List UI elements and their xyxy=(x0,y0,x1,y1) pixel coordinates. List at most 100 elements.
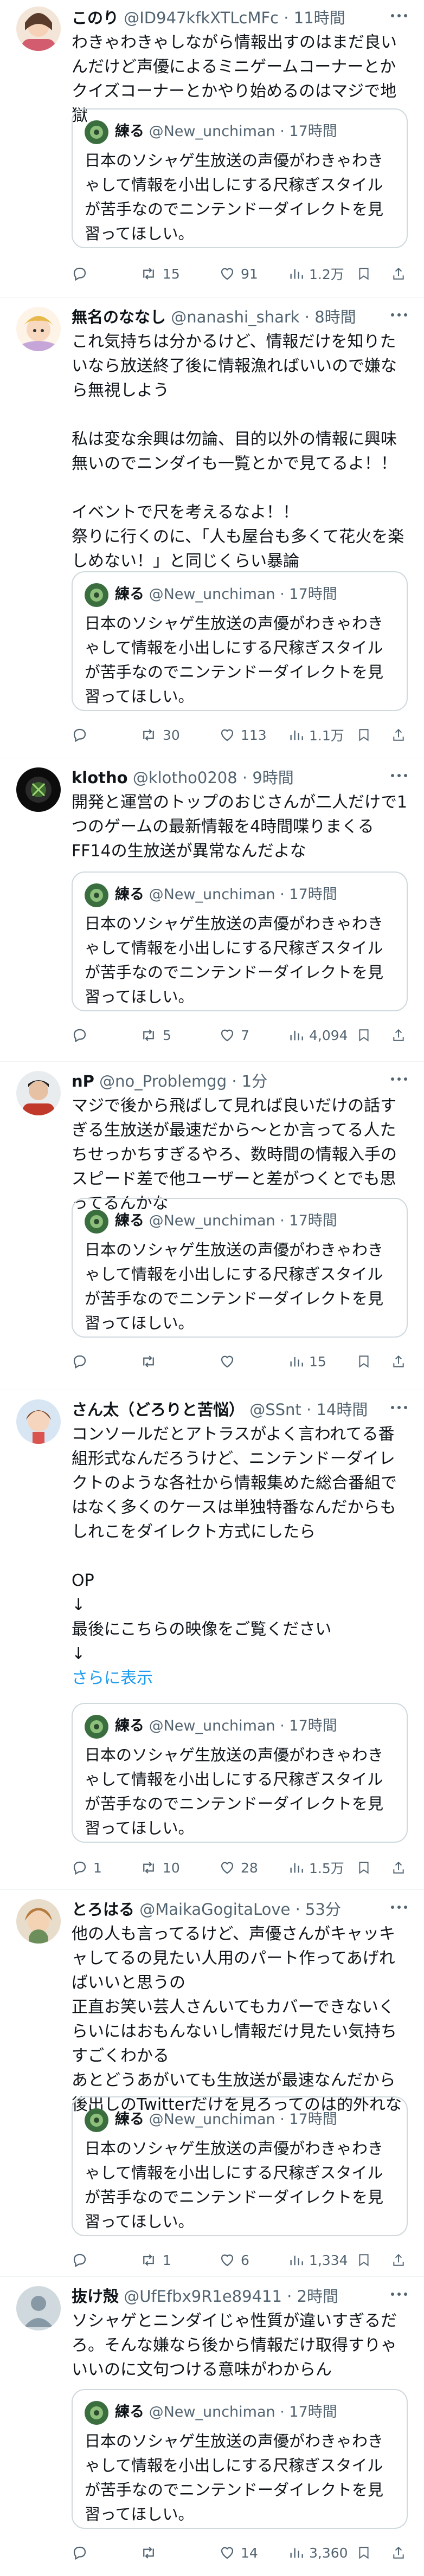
views-button[interactable]: 1,334 xyxy=(288,2249,348,2271)
views-button[interactable]: 1.5万 xyxy=(288,1857,344,1878)
quoted-tweet[interactable]: 練る @New_unchiman · 17時間 日本のソシャゲ生放送の声優がわき… xyxy=(72,1703,408,1843)
more-options-icon[interactable] xyxy=(389,309,411,320)
heart-icon xyxy=(221,1862,234,1874)
like-button[interactable]: 14 xyxy=(219,2542,258,2564)
user-name[interactable]: 抜け殻 xyxy=(72,2287,119,2306)
share-icon xyxy=(393,267,404,280)
user-name[interactable]: nP xyxy=(72,1072,94,1090)
user-name[interactable]: このり xyxy=(72,9,119,27)
share-icon xyxy=(393,2546,404,2559)
user-handle[interactable]: @SSnt xyxy=(249,1400,301,1419)
quoted-tweet[interactable]: 練る @New_unchiman · 17時間 日本のソシャゲ生放送の声優がわき… xyxy=(72,108,408,248)
show-more-link[interactable]: さらに表示 xyxy=(72,1666,153,1690)
reply-button[interactable] xyxy=(72,724,93,746)
share-icon xyxy=(393,1355,404,1367)
retweet-button[interactable]: 30 xyxy=(140,724,180,746)
share-button[interactable] xyxy=(391,1857,406,1878)
like-button[interactable]: 113 xyxy=(219,724,267,746)
user-handle[interactable]: @no_Problemgg xyxy=(99,1072,227,1090)
retweet-button[interactable]: 5 xyxy=(140,1024,171,1046)
avatar[interactable] xyxy=(16,307,61,351)
avatar[interactable] xyxy=(16,767,61,812)
user-handle[interactable]: @MaikaGogitaLove xyxy=(139,1900,290,1919)
timestamp[interactable]: 2時間 xyxy=(297,2287,338,2306)
bookmark-button[interactable] xyxy=(357,2249,371,2271)
reply-button[interactable] xyxy=(72,1024,93,1046)
bookmark-button[interactable] xyxy=(357,1857,371,1878)
user-name[interactable]: klotho xyxy=(72,769,128,787)
timestamp[interactable]: 53分 xyxy=(305,1900,341,1919)
retweet-button[interactable]: 1 xyxy=(140,2249,171,2271)
timestamp[interactable]: 11時間 xyxy=(294,9,345,27)
avatar[interactable] xyxy=(16,1071,61,1115)
bookmark-button[interactable] xyxy=(357,2542,371,2564)
reply-button[interactable]: 1 xyxy=(72,1857,102,1878)
quoted-user-name: 練る xyxy=(115,1212,144,1229)
retweet-button[interactable] xyxy=(140,2542,163,2564)
quoted-user-handle: @New_unchiman xyxy=(149,123,275,140)
timestamp[interactable]: 1分 xyxy=(242,1072,267,1090)
user-handle[interactable]: @UfEfbx9R1e89411 xyxy=(124,2287,282,2306)
quoted-tweet[interactable]: 練る @New_unchiman · 17時間 日本のソシャゲ生放送の声優がわき… xyxy=(72,871,408,1011)
user-name[interactable]: さん太（どろりと苦悩） xyxy=(72,1400,245,1419)
views-button[interactable]: 3,360 xyxy=(288,2542,348,2564)
views-button[interactable]: 1.2万 xyxy=(288,263,344,285)
share-button[interactable] xyxy=(391,1024,406,1046)
more-options-icon[interactable] xyxy=(389,1402,411,1412)
more-options-icon[interactable] xyxy=(389,770,411,780)
quoted-tweet[interactable]: 練る @New_unchiman · 17時間 日本のソシャゲ生放送の声優がわき… xyxy=(72,1198,408,1338)
bookmark-button[interactable] xyxy=(357,724,371,746)
like-button[interactable] xyxy=(219,1351,241,1372)
quoted-tweet[interactable]: 練る @New_unchiman · 17時間 日本のソシャゲ生放送の声優がわき… xyxy=(72,2096,408,2236)
quoted-user-handle: @New_unchiman xyxy=(149,2111,275,2128)
retweet-button[interactable] xyxy=(140,1351,163,1372)
views-button[interactable]: 1.1万 xyxy=(288,724,344,746)
views-button[interactable]: 4,094 xyxy=(288,1024,348,1046)
bookmark-icon xyxy=(359,2254,369,2267)
avatar[interactable] xyxy=(16,1399,61,1444)
timestamp[interactable]: 14時間 xyxy=(316,1400,368,1419)
avatar[interactable] xyxy=(16,7,61,51)
share-button[interactable] xyxy=(391,2542,406,2564)
quoted-tweet[interactable]: 練る @New_unchiman · 17時間 日本のソシャゲ生放送の声優がわき… xyxy=(72,571,408,711)
views-button[interactable]: 15 xyxy=(288,1351,326,1372)
tweet-text: ソシャゲとニンダイじゃ性質が違いすぎるだろ。そんな嫌なら後から情報だけ取得すりゃ… xyxy=(72,2312,397,2379)
timestamp[interactable]: 9時間 xyxy=(252,769,293,787)
like-button[interactable]: 91 xyxy=(219,263,258,285)
reply-button[interactable] xyxy=(72,2249,93,2271)
reply-button[interactable] xyxy=(72,263,93,285)
more-options-icon[interactable] xyxy=(389,1901,411,1912)
quoted-timestamp: 17時間 xyxy=(289,2404,337,2420)
user-name[interactable]: とろはる xyxy=(72,1900,134,1919)
share-button[interactable] xyxy=(391,2249,406,2271)
like-button[interactable]: 7 xyxy=(219,1024,249,1046)
user-name[interactable]: 無名のななし xyxy=(72,308,166,326)
more-options-icon[interactable] xyxy=(389,2288,411,2299)
bookmark-button[interactable] xyxy=(357,1024,371,1046)
user-handle[interactable]: @ID947kfkXTLcMFc xyxy=(124,9,279,27)
retweet-button[interactable]: 10 xyxy=(140,1857,180,1878)
tweet-text: 開発と運営のトップのおじさんが二人だけで1つのゲームの最新情報を4時間喋りまくる… xyxy=(72,793,408,861)
user-handle[interactable]: @klotho0208 xyxy=(133,769,237,787)
retweet-button[interactable]: 15 xyxy=(140,263,180,285)
avatar[interactable] xyxy=(16,1899,61,1944)
like-count: 7 xyxy=(241,1027,249,1043)
timestamp[interactable]: 8時間 xyxy=(314,308,356,326)
bookmark-button[interactable] xyxy=(357,263,371,285)
like-button[interactable]: 6 xyxy=(219,2249,249,2271)
reply-button[interactable] xyxy=(72,1351,93,1372)
user-handle[interactable]: @nanashi_shark xyxy=(171,308,299,326)
share-button[interactable] xyxy=(391,263,406,285)
quoted-tweet[interactable]: 練る @New_unchiman · 17時間 日本のソシャゲ生放送の声優がわき… xyxy=(72,2389,408,2529)
tweet-header: klotho @klotho0208 · 9時間 xyxy=(72,769,294,787)
bookmark-button[interactable] xyxy=(357,1351,371,1372)
share-button[interactable] xyxy=(391,1351,406,1372)
share-button[interactable] xyxy=(391,724,406,746)
default-avatar[interactable] xyxy=(16,2286,61,2330)
more-options-icon[interactable] xyxy=(389,1073,411,1084)
retweet-count: 5 xyxy=(163,1027,171,1043)
like-button[interactable]: 28 xyxy=(219,1857,258,1878)
view-count: 1.1万 xyxy=(309,728,344,744)
reply-button[interactable] xyxy=(72,2542,93,2564)
more-options-icon[interactable] xyxy=(389,10,411,21)
